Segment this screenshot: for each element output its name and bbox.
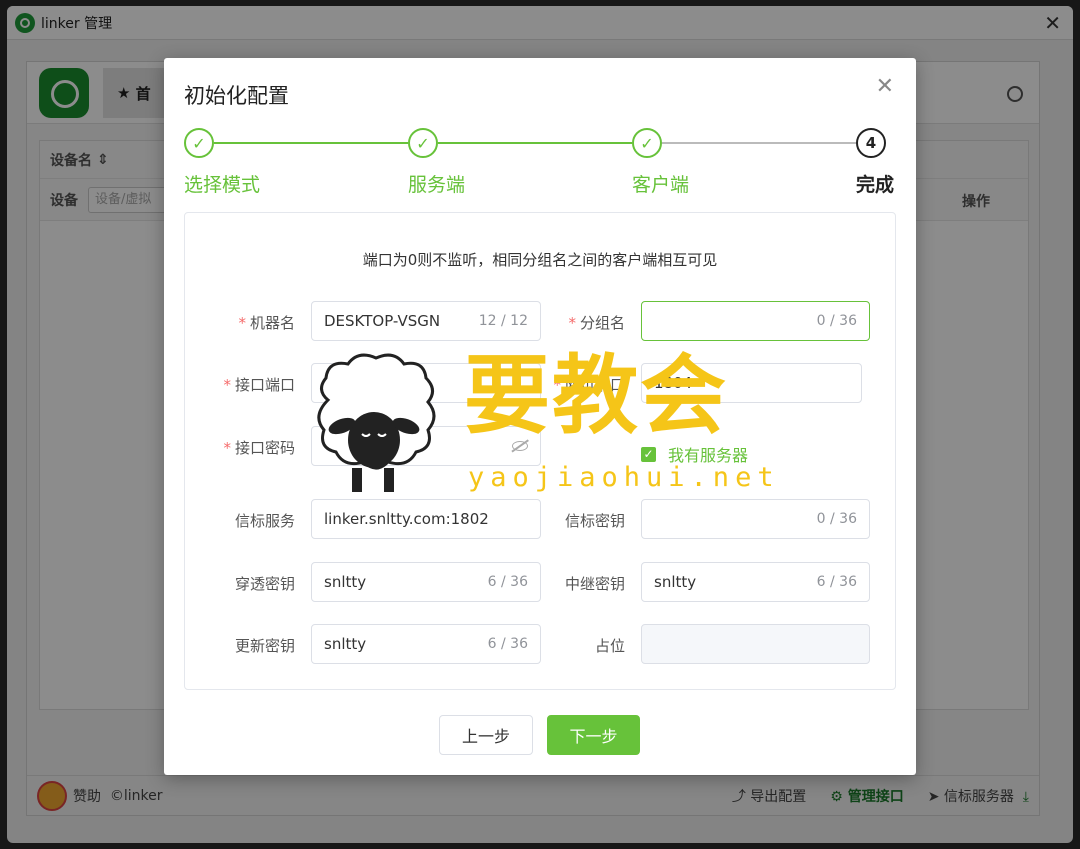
relay-key-count: 6 / 36 (816, 574, 857, 590)
step-line-3 (662, 142, 856, 144)
placeholder-field-label: 占位 (594, 637, 625, 655)
placeholder-field-input (641, 624, 870, 664)
step-4-number: 4 (856, 128, 886, 158)
group-name-count: 0 / 36 (816, 313, 857, 329)
group-name-label: * 分组名 (568, 314, 625, 332)
step-1-label: 选择模式 (184, 174, 261, 196)
stepper: ✓ 选择模式 ✓ 服务端 ✓ 客户端 4 完成 (184, 128, 896, 198)
init-config-dialog: 初始化配置 ✕ ✓ 选择模式 ✓ 服务端 ✓ 客户端 4 完成 端口为0则不监听… (164, 58, 916, 775)
dialog-title: 初始化配置 (184, 84, 289, 108)
step-3-check-icon: ✓ (632, 128, 662, 158)
machine-name-label: * 机器名 (238, 314, 295, 332)
prev-step-button[interactable]: 上一步 (439, 715, 533, 755)
step-1-check-icon: ✓ (184, 128, 214, 158)
has-server-checkbox[interactable]: ✓ 我有服务器 (641, 442, 748, 466)
web-port-input[interactable]: 1804 (641, 363, 862, 403)
tunnel-key-label: 穿透密钥 (234, 575, 295, 593)
tunnel-key-input[interactable]: snltty 6 / 36 (311, 562, 541, 602)
step-2-label: 服务端 (408, 174, 466, 196)
form-notice: 端口为0则不监听，相同分组名之间的客户端相互可见 (362, 251, 718, 269)
step-line-2 (438, 142, 632, 144)
relay-key-input[interactable]: snltty 6 / 36 (641, 562, 870, 602)
eye-off-icon[interactable] (512, 441, 528, 451)
step-4-label: 完成 (856, 174, 895, 196)
update-key-input[interactable]: snltty 6 / 36 (311, 624, 541, 664)
api-port-input[interactable]: 1803 (311, 363, 541, 403)
signal-key-label: 信标密钥 (564, 512, 625, 530)
dialog-close-icon[interactable]: ✕ (876, 74, 894, 99)
step-3-label: 客户端 (632, 174, 690, 196)
next-step-button[interactable]: 下一步 (547, 715, 640, 755)
api-port-label: * 接口端口 (223, 376, 295, 394)
group-name-input[interactable]: 0 / 36 (641, 301, 870, 341)
relay-key-label: 中继密钥 (564, 575, 625, 593)
signal-server-input[interactable]: linker.snltty.com:1802 (311, 499, 541, 539)
machine-name-input[interactable]: DESKTOP-VSGN 12 / 12 (311, 301, 541, 341)
signal-key-input[interactable]: 0 / 36 (641, 499, 870, 539)
config-form: 端口为0则不监听，相同分组名之间的客户端相互可见 * 机器名 DESKTOP-VS… (184, 212, 896, 690)
api-password-label: * 接口密码 (223, 439, 295, 457)
signal-key-count: 0 / 36 (816, 511, 857, 527)
api-password-input[interactable]: •••••• (311, 426, 541, 466)
update-key-label: 更新密钥 (234, 637, 295, 655)
checkbox-check-icon: ✓ (641, 446, 656, 462)
step-line-1 (214, 142, 408, 144)
web-port-label: * 网页端口 (553, 376, 625, 394)
step-2-check-icon: ✓ (408, 128, 438, 158)
signal-server-label: 信标服务 (234, 512, 295, 530)
